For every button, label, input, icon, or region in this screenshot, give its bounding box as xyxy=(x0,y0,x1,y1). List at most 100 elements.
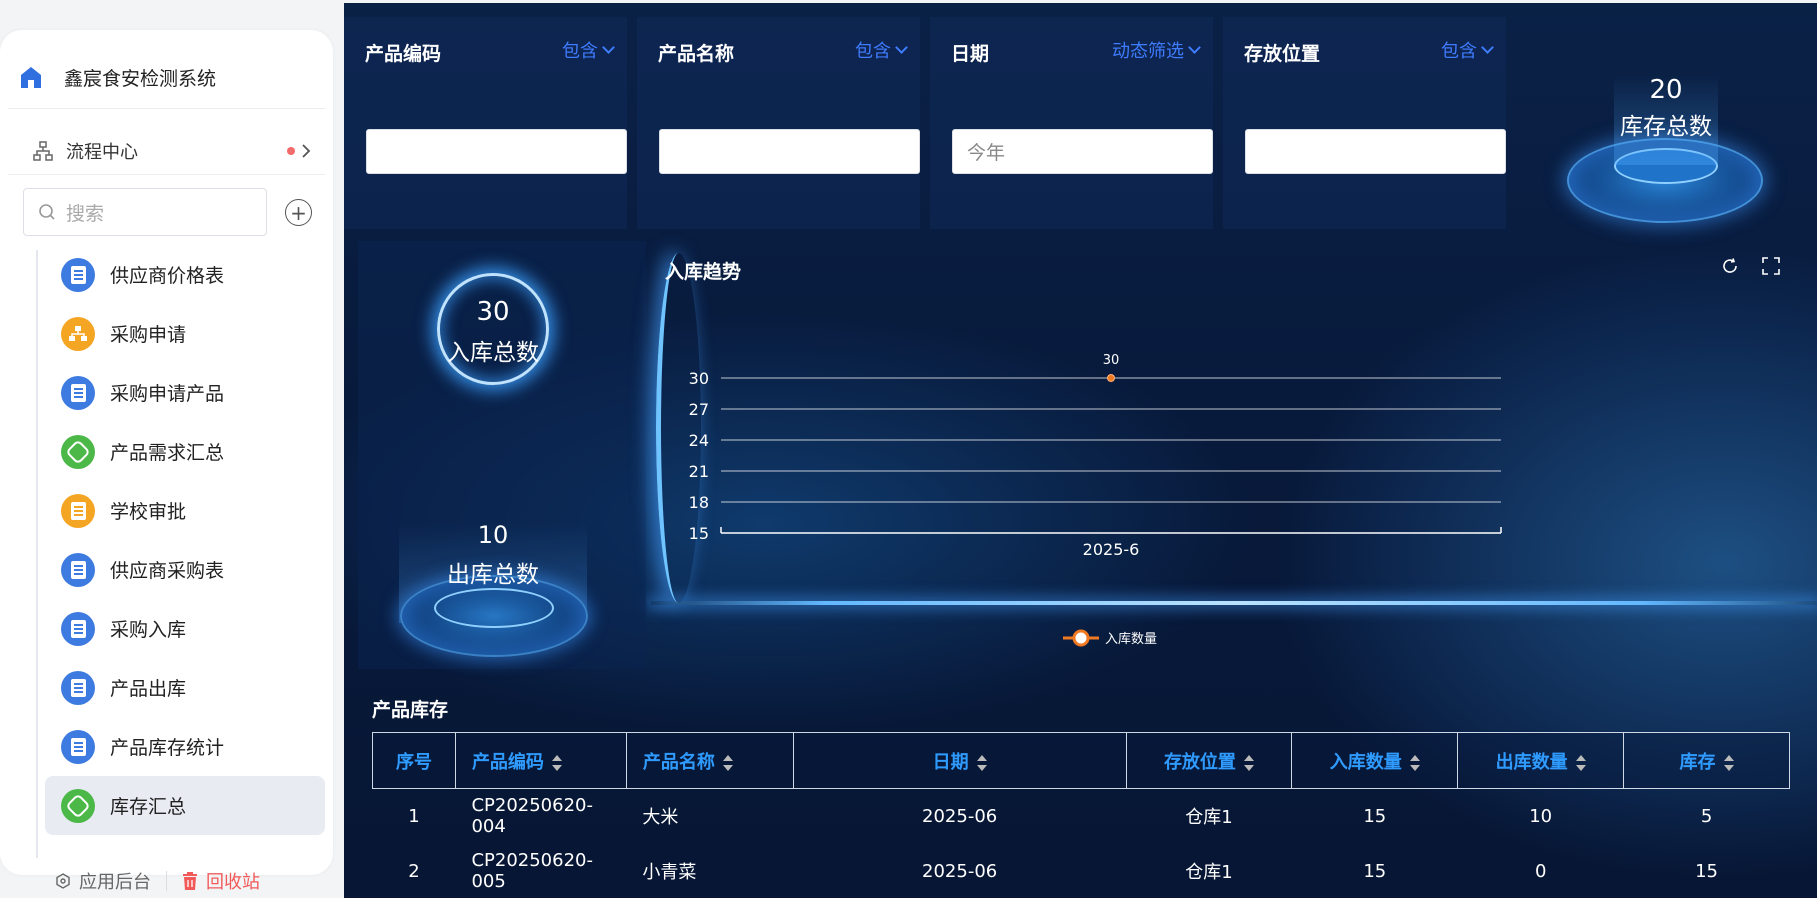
sidebar-item-demand-summary[interactable]: 产品需求汇总 xyxy=(45,422,325,481)
sidebar-item-stock-statistics[interactable]: 产品库存统计 xyxy=(45,717,325,776)
table-row[interactable]: 1 CP20250620-004 大米 2025-06 仓库1 15 10 5 xyxy=(373,789,1790,844)
cell-product-name: 小青菜 xyxy=(642,862,697,883)
sidebar-item-supplier-purchase[interactable]: 供应商采购表 xyxy=(45,540,325,599)
fullscreen-icon[interactable] xyxy=(1762,257,1780,275)
stock-total-label: 库存总数 xyxy=(1620,114,1712,140)
data-label: 30 xyxy=(1103,353,1120,368)
cell-outbound-qty: 0 xyxy=(1534,860,1547,882)
filter-mode-dropdown[interactable]: 包含 xyxy=(1441,37,1494,63)
org-chart-icon xyxy=(33,141,53,161)
cell-index: 1 xyxy=(408,805,420,827)
search-input[interactable]: 搜索 xyxy=(23,188,267,236)
document-icon xyxy=(61,670,95,705)
cell-date: 2025-06 xyxy=(922,860,998,882)
sort-icon[interactable] xyxy=(1243,754,1254,772)
cell-outbound-qty: 10 xyxy=(1529,805,1553,827)
sidebar-item-purchase-request[interactable]: 采购申请 xyxy=(45,304,325,363)
sidebar-item-product-outbound[interactable]: 产品出库 xyxy=(45,658,325,717)
menu-guide-line xyxy=(36,250,38,858)
org-icon xyxy=(61,316,95,351)
sidebar-item-label: 供应商价格表 xyxy=(110,265,225,287)
filter-label: 日期 xyxy=(951,43,990,65)
sidebar-footer: 应用后台 回收站 xyxy=(55,868,260,894)
filter-location: 存放位置 包含 xyxy=(1223,17,1506,229)
document-icon xyxy=(61,375,95,410)
col-inbound-qty[interactable]: 入库数量 xyxy=(1291,732,1459,789)
filter-product-code: 产品编码 包含 xyxy=(344,17,627,229)
filter-mode: 动态筛选 xyxy=(1112,41,1184,62)
search-icon xyxy=(39,204,55,220)
filter-mode: 包含 xyxy=(855,41,891,62)
sidebar-item-purchase-inbound[interactable]: 采购入库 xyxy=(45,599,325,658)
filter-input[interactable] xyxy=(366,129,627,174)
sort-icon[interactable] xyxy=(1723,754,1734,772)
filter-input[interactable] xyxy=(659,129,920,174)
x-tick-label: 2025-6 xyxy=(1083,540,1140,559)
sidebar-item-label: 产品出库 xyxy=(110,678,187,700)
cell-stock: 5 xyxy=(1700,805,1713,827)
cell-inbound-qty: 15 xyxy=(1363,860,1387,882)
chevron-down-icon xyxy=(895,41,908,54)
search-placeholder: 搜索 xyxy=(66,202,105,225)
sidebar-item-label: 采购入库 xyxy=(110,619,187,641)
sidebar-item-stock-summary[interactable]: 库存汇总 xyxy=(45,776,325,835)
table-header-row: 序号 产品编码 产品名称 日期 存放位置 入库数量 出库数量 库存 xyxy=(372,732,1790,789)
filter-mode-dropdown[interactable]: 包含 xyxy=(855,37,908,63)
flow-center-link[interactable]: 流程中心 xyxy=(32,130,311,172)
sort-icon[interactable] xyxy=(551,754,562,772)
y-tick-label: 30 xyxy=(689,369,709,388)
document-icon xyxy=(61,729,95,764)
col-product-code[interactable]: 产品编码 xyxy=(454,732,627,789)
stock-total-value: 20 xyxy=(1649,75,1683,105)
chevron-down-icon xyxy=(1188,41,1201,54)
filter-input[interactable] xyxy=(1245,129,1506,174)
inbound-total-stat: 30 入库总数 xyxy=(393,297,593,367)
sidebar-item-label: 产品库存统计 xyxy=(110,737,225,759)
sidebar-item-label: 学校审批 xyxy=(110,501,187,523)
admin-link[interactable]: 应用后台 xyxy=(55,868,151,894)
sort-icon[interactable] xyxy=(1409,754,1420,772)
y-tick-label: 21 xyxy=(689,462,709,481)
brand[interactable]: 鑫宸食安检测系统 xyxy=(18,60,216,94)
sort-icon[interactable] xyxy=(1575,754,1586,772)
sort-icon[interactable] xyxy=(722,754,733,772)
cell-inbound-qty: 15 xyxy=(1363,805,1387,827)
inbound-trend-chart: 15 18 21 24 27 30 2025-6 30 入库数量 xyxy=(689,353,1502,647)
add-icon[interactable]: + xyxy=(285,199,312,226)
sidebar-item-label: 采购申请 xyxy=(110,324,187,346)
sidebar-item-label: 采购申请产品 xyxy=(110,383,225,405)
chart-title: 入库趋势 xyxy=(665,261,742,283)
flow-center-label: 流程中心 xyxy=(66,142,138,163)
chevron-down-icon xyxy=(1481,41,1494,54)
sidebar-item-school-approval[interactable]: 学校审批 xyxy=(45,481,325,540)
sidebar-menu: 供应商价格表 采购申请 采购申请产品 产品需求汇总 学校审批 供应商采购表 采购… xyxy=(45,245,325,835)
col-outbound-qty[interactable]: 出库数量 xyxy=(1457,732,1625,789)
table-row[interactable]: 2 CP20250620-005 小青菜 2025-06 仓库1 15 0 15 xyxy=(373,844,1790,898)
document-icon xyxy=(61,493,95,528)
filter-mode-dropdown[interactable]: 动态筛选 xyxy=(1112,37,1201,63)
sidebar-item-purchase-request-products[interactable]: 采购申请产品 xyxy=(45,363,325,422)
cell-location: 仓库1 xyxy=(1185,862,1233,883)
chevron-down-icon xyxy=(602,41,615,54)
filter-input[interactable]: 今年 xyxy=(952,129,1213,174)
outbound-total-label: 出库总数 xyxy=(447,562,539,588)
recycle-bin-link[interactable]: 回收站 xyxy=(182,868,260,894)
sidebar: 鑫宸食安检测系统 流程中心 搜索 + 供应商价格表 采购申请 采购申请产品 产品… xyxy=(0,30,333,893)
sort-icon[interactable] xyxy=(976,754,987,772)
dashboard-icon xyxy=(61,434,95,469)
divider xyxy=(166,871,167,891)
refresh-icon[interactable] xyxy=(1721,257,1739,275)
divider xyxy=(8,108,325,109)
sidebar-item-label: 供应商采购表 xyxy=(110,560,225,582)
inbound-total-value: 30 xyxy=(476,297,510,327)
filter-mode-dropdown[interactable]: 包含 xyxy=(562,37,615,63)
filter-date: 日期 动态筛选 今年 xyxy=(930,17,1213,229)
sidebar-item-supplier-price[interactable]: 供应商价格表 xyxy=(45,245,325,304)
col-location[interactable]: 存放位置 xyxy=(1125,732,1293,789)
dashboard: 产品编码 包含 产品名称 包含 日期 动态筛选 今年 存放位置 包含 20 库存… xyxy=(344,3,1817,898)
col-product-name[interactable]: 产品名称 xyxy=(625,732,794,789)
col-date[interactable]: 日期 xyxy=(792,732,1127,789)
cell-product-code: CP20250620-004 xyxy=(471,795,593,838)
col-stock[interactable]: 库存 xyxy=(1623,732,1790,789)
app-title: 鑫宸食安检测系统 xyxy=(64,67,217,90)
